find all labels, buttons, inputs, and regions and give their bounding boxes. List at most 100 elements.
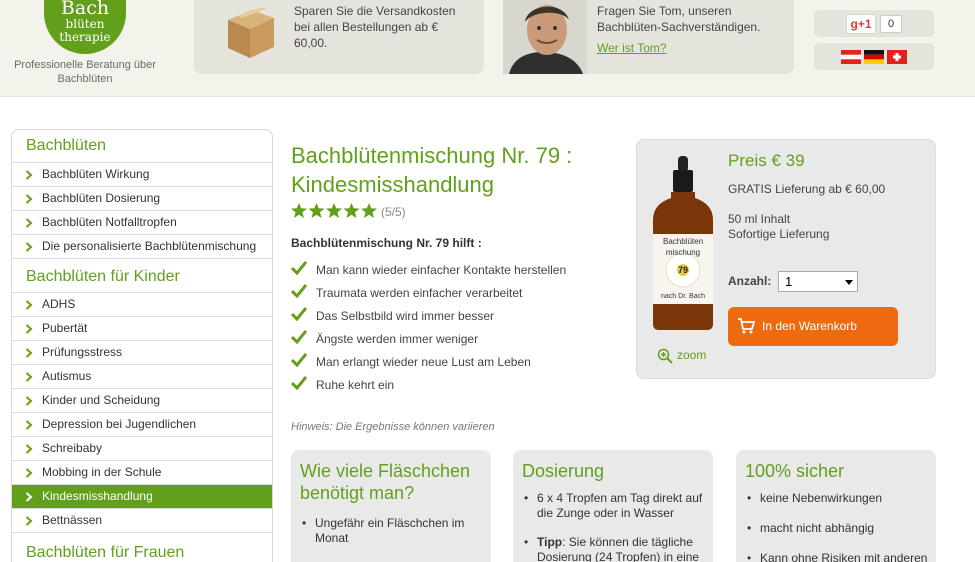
sidebar-item-label: Bachblüten Notfalltropfen [42,215,177,229]
logo-line-1: Bach [60,0,110,19]
parcel-icon [228,7,274,58]
chevron-right-icon [25,396,33,406]
quantity-label: Anzahl: [728,274,772,288]
benefit-item: Man erlangt wieder neue Lust am Leben [291,353,566,376]
sidebar-item-personalisierte-mischung[interactable]: Die personalisierte Bachblütenmischung [12,234,272,258]
sidebar-item-label: Bettnässen [42,513,103,527]
price: Preis € 39 [728,151,805,170]
sidebar-item-bettnaessen[interactable]: Bettnässen [12,508,272,532]
site-logo[interactable]: Bach blüten therapie [44,0,126,54]
info-box-item: 6 x 4 Tropfen am Tag direkt auf die Zung… [524,491,705,521]
gplus-label: +1 [857,17,872,31]
gplus-g: g [850,17,858,31]
sidebar-item-kinder-scheidung[interactable]: Kinder und Scheidung [12,388,272,412]
zoom-in-icon [657,348,673,364]
sidebar-item-label: Autismus [42,369,92,383]
add-to-cart-button[interactable]: In den Warenkorb [728,307,898,346]
tipp-text: : Sie können die tägliche Dosierung (24 … [537,535,700,562]
benefit-text: Ängste werden immer weniger [316,332,479,346]
sidebar-item-mobbing[interactable]: Mobbing in der Schule [12,460,272,484]
chevron-right-icon [25,444,33,454]
info-box-title: 100% sicher [745,461,845,481]
chevron-right-icon [25,492,33,502]
rating-text: (5/5) [381,205,406,219]
sidebar-item-label: Kinder und Scheidung [42,393,161,407]
benefit-item: Man kann wieder einfacher Kontakte herst… [291,261,566,284]
benefit-item: Das Selbstbild wird immer besser [291,307,566,330]
category-title-frauen[interactable]: Bachblüten für Frauen [12,532,272,562]
product-details: 50 ml Inhalt Sofortige Lieferung [728,212,829,242]
sidebar-item-label: ADHS [42,297,76,311]
sidebar-item-autismus[interactable]: Autismus [12,364,272,388]
benefit-item: Ruhe kehrt ein [291,376,566,399]
info-box-list: 6 x 4 Tropfen am Tag direkt auf die Zung… [513,491,713,562]
sidebar-item-notfalltropfen[interactable]: Bachblüten Notfalltropfen [12,210,272,234]
benefit-text: Das Selbstbild wird immer besser [316,309,495,323]
tom-portrait [503,0,587,74]
logo-line-3: therapie [59,30,111,44]
checkmark-icon [291,284,307,298]
benefit-item: Traumata werden einfacher verarbeitet [291,284,566,307]
germany-flag-icon[interactable] [864,50,884,64]
zoom-button[interactable]: zoom [657,348,706,364]
add-to-cart-label: In den Warenkorb [762,319,857,333]
sidebar-item-label: Prüfungsstress [42,345,123,359]
chevron-right-icon [25,468,33,478]
results-disclaimer: Hinweis: Die Ergebnisse können variieren [291,421,495,433]
sidebar-item-dosierung[interactable]: Bachblüten Dosierung [12,186,272,210]
helps-title: Bachblütenmischung Nr. 79 hilft : [291,236,482,250]
content-volume: 50 ml Inhalt [728,212,791,226]
bottle-label-line-1: Bachblüten [663,237,703,246]
free-shipping-note: GRATIS Lieferung ab € 60,00 [728,182,886,196]
who-is-tom-link[interactable]: Wer ist Tom? [597,40,787,56]
sidebar-item-label: Pubertät [42,321,88,335]
switzerland-flag-icon[interactable] [887,50,907,64]
bottle-label-line-2: mischung [666,248,700,257]
sidebar-item-schreibaby[interactable]: Schreibaby [12,436,272,460]
chevron-right-icon [25,348,33,358]
checkmark-icon [291,261,307,275]
gplus-count: 0 [880,15,902,33]
tom-description: Fragen Sie Tom, unseren Bachblüten-Sachv… [597,4,761,34]
category-title-bachblueten[interactable]: Bachblüten [12,130,272,162]
sidebar-item-label: Mobbing in der Schule [42,465,162,479]
category-title-kinder[interactable]: Bachblüten für Kinder [12,258,272,292]
austria-flag-icon[interactable] [841,50,861,64]
chevron-right-icon [25,372,33,382]
info-box-item-tipp: Tipp: Sie können die tägliche Dosierung … [524,535,705,562]
sidebar-item-adhs[interactable]: ADHS [12,292,272,316]
chevron-right-icon [25,420,33,430]
info-box-list: keine Nebenwirkungen macht nicht abhängi… [736,491,936,562]
tipp-label: Tipp [537,535,563,549]
tom-text: Fragen Sie Tom, unseren Bachblüten-Sachv… [597,3,787,56]
checkmark-icon [291,307,307,321]
sidebar-item-pruefungsstress[interactable]: Prüfungsstress [12,340,272,364]
delivery-note: Sofortige Lieferung [728,227,830,241]
chevron-right-icon [25,516,33,526]
info-box-item: keine Nebenwirkungen [747,491,928,506]
bottle-label-line-3: nach Dr. Bach [661,293,705,300]
sidebar-item-depression[interactable]: Depression bei Jugendlichen [12,412,272,436]
sidebar-item-label: Bachblüten Wirkung [42,167,150,181]
info-box-title: Dosierung [522,461,605,481]
info-box-safety: 100% sicher keine Nebenwirkungen macht n… [736,450,936,562]
bottle-label-number: 79 [678,265,688,275]
product-title: Bachblütenmischung Nr. 79 : Kindesmissha… [291,143,573,197]
sidebar-item-label: Bachblüten Dosierung [42,191,161,205]
sidebar-item-label: Depression bei Jugendlichen [42,417,197,431]
chevron-right-icon [25,218,33,228]
gplus-button[interactable]: g+1 [846,14,876,34]
sidebar-item-kindesmisshandlung[interactable]: Kindesmisshandlung [12,484,272,508]
site-header: Bach blüten therapie Professionelle Bera… [0,0,975,97]
product-bottle-image[interactable]: Bachblüten mischung 79 nach Dr. Bach [651,152,715,332]
sidebar-item-wirkung[interactable]: Bachblüten Wirkung [12,162,272,186]
sidebar-item-label: Die personalisierte Bachblütenmischung [42,239,257,253]
sidebar-item-pubertaet[interactable]: Pubertät [12,316,272,340]
quantity-value: 1 [785,274,793,289]
logo-tagline: Professionelle Beratung über Bachblüten [14,59,156,85]
chevron-right-icon [25,324,33,334]
quantity-select[interactable]: 1 [778,271,858,292]
info-box-item: macht nicht abhängig [747,521,928,536]
sidebar-item-label: Schreibaby [42,441,103,455]
shopping-cart-icon [738,318,755,334]
